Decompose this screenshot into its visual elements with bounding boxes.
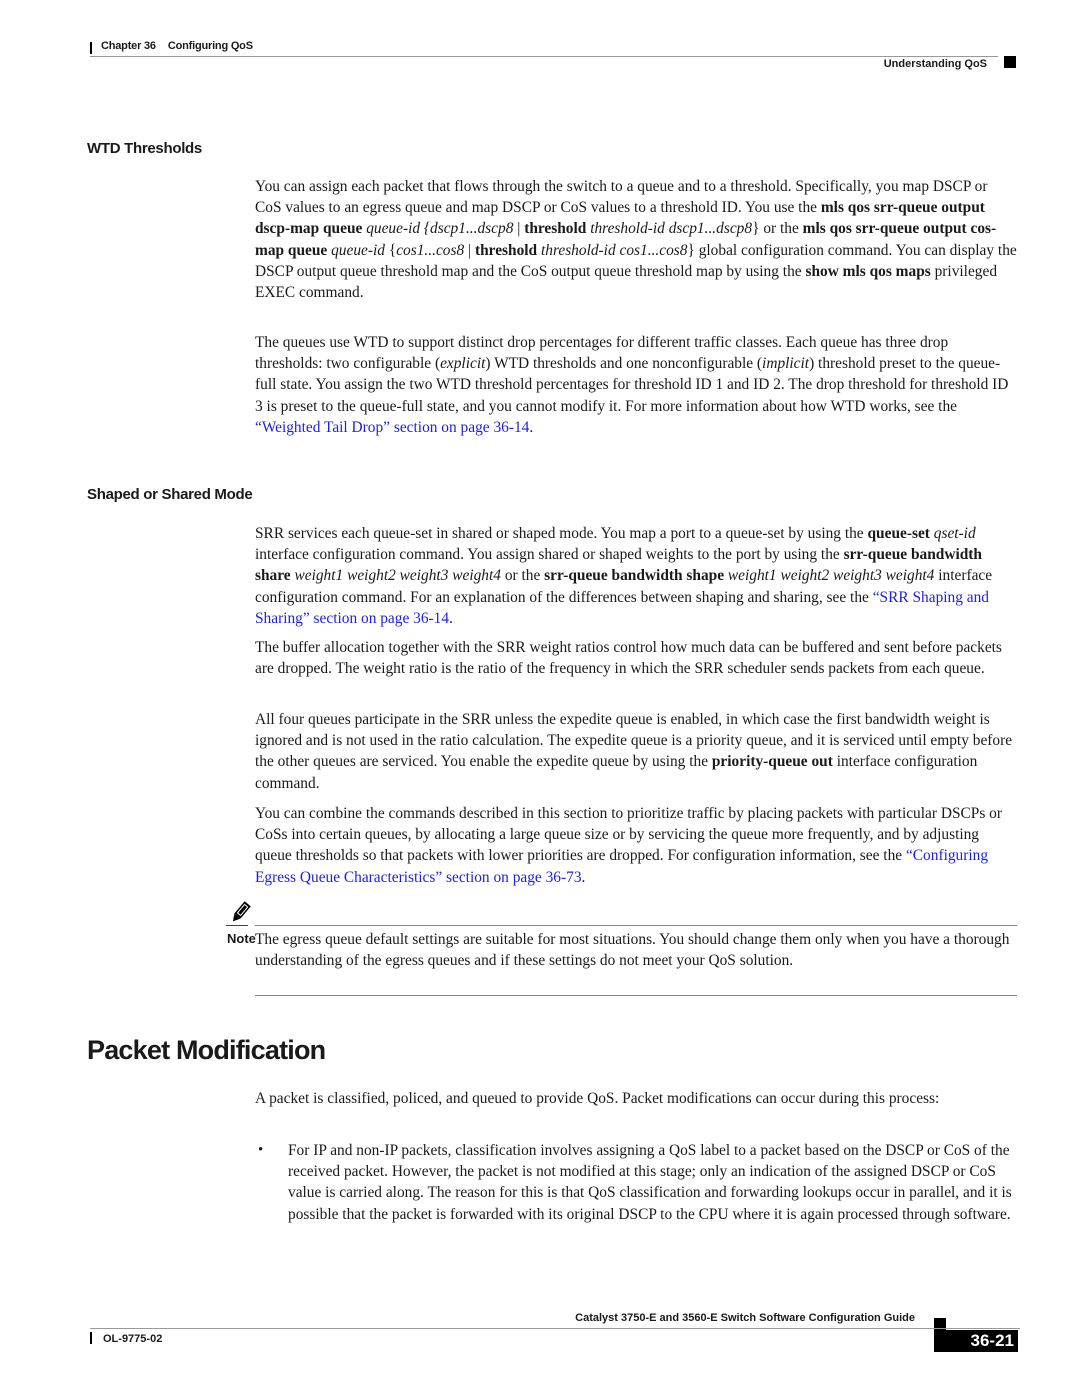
footer-doc-number: OL-9775-02 (103, 1333, 163, 1345)
heading-packet-modification: Packet Modification (87, 1035, 326, 1065)
argument: threshold-id cos1...cos8 (537, 241, 688, 259)
emphasis: explicit (440, 355, 486, 373)
text: | (513, 220, 525, 238)
text: { (384, 241, 397, 259)
note-text: The egress queue default settings are su… (255, 931, 1010, 970)
heading-shaped-or-shared-mode: Shaped or Shared Mode (87, 486, 253, 503)
text: interface configuration command. You ass… (255, 546, 844, 564)
emphasis: implicit (762, 355, 810, 373)
text: | (464, 241, 475, 259)
argument: qset-id (929, 525, 976, 542)
text: . (449, 609, 453, 627)
footer-rule (90, 1328, 1020, 1329)
paragraph-shaped-3: All four queues participate in the SRR u… (255, 709, 1017, 794)
text: SRR services each queue-set in shared or… (255, 525, 868, 542)
note-icon-rule (226, 925, 248, 926)
paragraph-wtd-2: The queues use WTD to support distinct d… (255, 332, 1017, 438)
keyword: threshold (524, 220, 587, 238)
text: } or the (752, 220, 803, 238)
argument: queue-id {dscp1...dscp8 (362, 220, 514, 238)
command: show mls qos maps (805, 262, 931, 280)
command: priority-queue out (711, 753, 833, 771)
footer-guide-title: Catalyst 3750-E and 3560-E Switch Softwa… (575, 1312, 915, 1324)
argument: weight1 weight2 weight3 weight4 (724, 567, 935, 585)
header-left-bar (90, 42, 92, 54)
command: srr-queue bandwidth shape (544, 567, 725, 585)
header-rule (90, 56, 998, 57)
note-rule-top (255, 925, 1017, 926)
text: or the (500, 567, 545, 585)
argument: threshold-id dscp1...dscp8 (586, 220, 753, 238)
bullet-icon: • (258, 1142, 264, 1158)
argument: cos1...cos8 (396, 241, 465, 259)
note-rule-bottom (255, 995, 1017, 996)
link-weighted-tail-drop[interactable]: “Weighted Tail Drop” section on page 36-… (255, 419, 529, 436)
keyword: threshold (474, 241, 538, 259)
command: queue-set (867, 525, 930, 542)
paragraph-shaped-4: You can combine the commands described i… (255, 803, 1017, 888)
text: ) WTD thresholds and one nonconfigurable… (485, 355, 763, 373)
argument: weight1 weight2 weight3 weight4 (290, 567, 501, 585)
chapter-label: Chapter 36 (101, 40, 156, 52)
paragraph-shaped-2: The buffer allocation together with the … (255, 639, 1002, 678)
text: . (529, 418, 534, 436)
paragraph-packet-mod-1: A packet is classified, policed, and que… (255, 1090, 940, 1107)
footer-left-bar (90, 1332, 92, 1344)
chapter-title: Configuring QoS (167, 40, 253, 52)
header-chapter: Chapter 36 Configuring QoS (101, 40, 253, 52)
text: . (581, 868, 586, 886)
header-marker (1004, 56, 1016, 68)
heading-wtd-thresholds: WTD Thresholds (87, 140, 202, 157)
note-label: Note (227, 931, 256, 946)
paragraph-wtd-1: You can assign each packet that flows th… (255, 176, 1017, 303)
list-item: For IP and non-IP packets, classificatio… (288, 1142, 1012, 1223)
footer-page-number: 36-21 (934, 1330, 1018, 1352)
argument: queue-id (327, 241, 385, 259)
pencil-note-icon (226, 899, 254, 927)
header-section-title: Understanding QoS (883, 58, 987, 70)
text: You can combine the commands described i… (255, 805, 1002, 865)
paragraph-shaped-1: SRR services each queue-set in shared or… (255, 523, 1017, 629)
